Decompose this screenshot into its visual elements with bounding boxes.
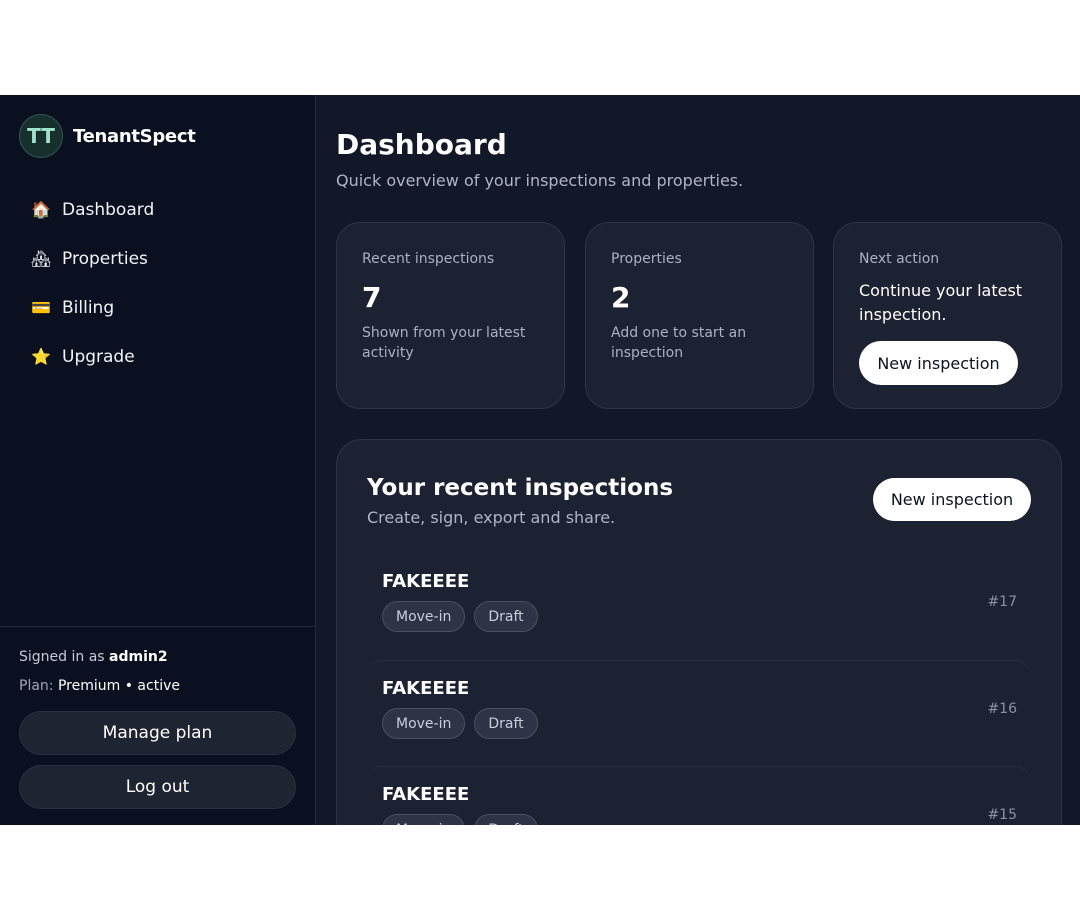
brand[interactable]: TT TenantSpect [19,114,196,158]
inspection-number: #17 [987,594,1017,610]
card-subtext: Add one to start an inspection [611,325,747,361]
plan-status: active [137,678,180,694]
card-label: Next action [859,251,940,267]
page-title: Dashboard [336,128,507,161]
sidebar-item-label: Billing [62,297,115,318]
next-action-card: Next action Continue your latest inspect… [833,222,1062,409]
inspection-title: FAKEEEE [382,784,470,805]
sidebar-nav: 🏠 Dashboard 🏘 Properties 💳 Billing ⭐ Upg… [19,185,299,381]
logout-button[interactable]: Log out [19,765,296,809]
card-text: Continue your latest inspection. [859,281,1023,324]
card-label: Properties [611,251,682,267]
sidebar-item-dashboard[interactable]: 🏠 Dashboard [19,185,299,234]
properties-card: Properties 2 Add one to start an inspect… [585,222,814,409]
type-tag: Move-in [382,814,466,825]
credit-card-icon: 💳 [31,298,51,317]
card-value: 2 [611,281,631,314]
inspection-title: FAKEEEE [382,571,470,592]
signed-in-text: Signed in as admin2 [19,649,168,665]
brand-name: TenantSpect [73,125,196,147]
new-inspection-button[interactable]: New inspection [859,341,1018,385]
panel-title: Your recent inspections [367,475,674,501]
inspection-row[interactable]: FAKEEEE Move-in Draft #17 [367,554,1031,660]
inspection-tags: Move-in Draft [382,601,547,632]
status-tag: Draft [474,814,538,825]
sidebar-item-label: Properties [62,248,148,269]
sidebar: TT TenantSpect 🏠 Dashboard 🏘 Properties … [0,95,316,825]
type-tag: Move-in [382,708,466,739]
sidebar-item-upgrade[interactable]: ⭐ Upgrade [19,332,299,381]
inspection-number: #15 [987,807,1017,823]
sidebar-item-label: Dashboard [62,199,155,220]
house-icon: 🏠 [31,200,51,219]
inspection-tags: Move-in Draft [382,708,547,739]
type-tag: Move-in [382,601,466,632]
inspection-row[interactable]: FAKEEEE Move-in Draft #15 [367,766,1031,825]
card-subtext: Shown from your latest activity [362,325,526,361]
star-icon: ⭐ [31,347,51,366]
sidebar-item-billing[interactable]: 💳 Billing [19,283,299,332]
card-label: Recent inspections [362,251,495,267]
houses-icon: 🏘 [31,249,52,268]
panel-subtitle: Create, sign, export and share. [367,508,616,527]
status-tag: Draft [474,708,538,739]
app-window: TT TenantSpect 🏠 Dashboard 🏘 Properties … [0,95,1080,825]
status-tag: Draft [474,601,538,632]
account-section: Signed in as admin2 Plan: Premium • acti… [0,626,316,825]
plan-name: Premium [57,678,121,694]
plan-text: Plan: Premium • active [19,678,180,694]
username: admin2 [109,649,168,665]
inspection-row[interactable]: FAKEEEE Move-in Draft #16 [367,660,1031,766]
brand-logo-icon: TT [19,114,63,158]
sidebar-item-label: Upgrade [62,346,135,367]
inspection-title: FAKEEEE [382,678,470,699]
recent-inspections-card: Recent inspections 7 Shown from your lat… [336,222,565,409]
recent-inspections-panel: Your recent inspections Create, sign, ex… [336,439,1062,825]
plan-separator: • [120,678,138,694]
plan-prefix: Plan: [19,678,58,694]
sidebar-item-properties[interactable]: 🏘 Properties [19,234,299,283]
inspection-tags: Move-in Draft [382,814,547,825]
main-content: Dashboard Quick overview of your inspect… [316,95,1080,825]
manage-plan-button[interactable]: Manage plan [19,711,296,755]
inspection-number: #16 [987,701,1017,717]
signed-in-prefix: Signed in as [19,649,110,665]
new-inspection-button[interactable]: New inspection [873,478,1031,521]
card-value: 7 [362,281,382,314]
page-subtitle: Quick overview of your inspections and p… [336,171,744,190]
